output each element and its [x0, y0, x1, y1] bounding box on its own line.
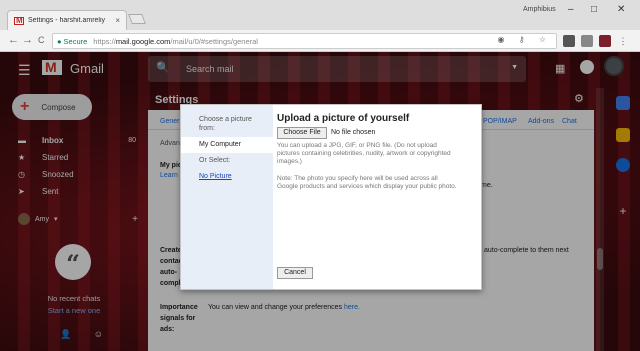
tab-close-icon[interactable]: × — [115, 16, 120, 25]
choose-from-label: Choose a picture from: — [199, 116, 252, 132]
photo-usage-note: Note: The photo you specify here will be… — [277, 175, 457, 190]
minimize-button[interactable]: – — [568, 4, 574, 15]
url-path: /mail/u/0/#settings/general — [170, 36, 258, 46]
lock-icon: ● — [57, 36, 62, 46]
or-select-label: Or Select: — [199, 157, 231, 164]
no-file-chosen-text: No file chosen — [331, 129, 376, 136]
choose-file-button[interactable]: Choose File — [277, 127, 327, 139]
no-picture-link[interactable]: No Picture — [181, 173, 273, 180]
omnibox-action-icons[interactable]: ◉ ⚷ ☆ — [498, 35, 552, 44]
reload-button[interactable]: C — [38, 35, 45, 45]
url-text[interactable]: https://mail.google.com/mail/u/0/#settin… — [93, 37, 258, 46]
cancel-button[interactable]: Cancel — [277, 267, 313, 279]
window-close-button[interactable]: ✕ — [617, 4, 625, 15]
secure-label: Secure — [63, 36, 88, 46]
url-scheme: https:// — [93, 36, 116, 46]
back-button[interactable]: ← — [8, 34, 19, 46]
upload-instructions: You can upload a JPG, GIF, or PNG file. … — [277, 142, 451, 165]
upload-panel: Upload a picture of yourself Choose File… — [273, 105, 481, 289]
maximize-button[interactable]: □ — [591, 4, 597, 15]
browser-tab[interactable]: Settings - harshit.amreliy × — [7, 10, 127, 30]
picture-source-sidebar: Choose a picture from: My Computer Or Se… — [181, 105, 273, 289]
browser-titlebar: Settings - harshit.amreliy × Amphibius –… — [0, 0, 640, 30]
url-host: mail.google.com — [115, 36, 171, 46]
profile-name[interactable]: Amphibius — [523, 6, 556, 13]
extension-icon[interactable] — [581, 35, 593, 47]
dialog-title: Upload a picture of yourself — [277, 113, 410, 124]
gmail-favicon-icon — [14, 16, 24, 25]
forward-button[interactable]: → — [22, 34, 33, 46]
chrome-menu-icon[interactable]: ⋮ — [617, 35, 629, 47]
address-bar-row: ← → C ● Secure https://mail.google.com/m… — [0, 30, 640, 52]
new-tab-button[interactable] — [128, 14, 146, 24]
extension-icon[interactable] — [599, 35, 611, 47]
upload-picture-dialog: Choose a picture from: My Computer Or Se… — [180, 104, 482, 290]
tab-title: Settings - harshit.amreliy — [28, 17, 106, 24]
omnibox[interactable]: ● Secure https://mail.google.com/mail/u/… — [52, 33, 557, 49]
my-computer-option[interactable]: My Computer — [181, 137, 273, 153]
extension-icon[interactable] — [563, 35, 575, 47]
